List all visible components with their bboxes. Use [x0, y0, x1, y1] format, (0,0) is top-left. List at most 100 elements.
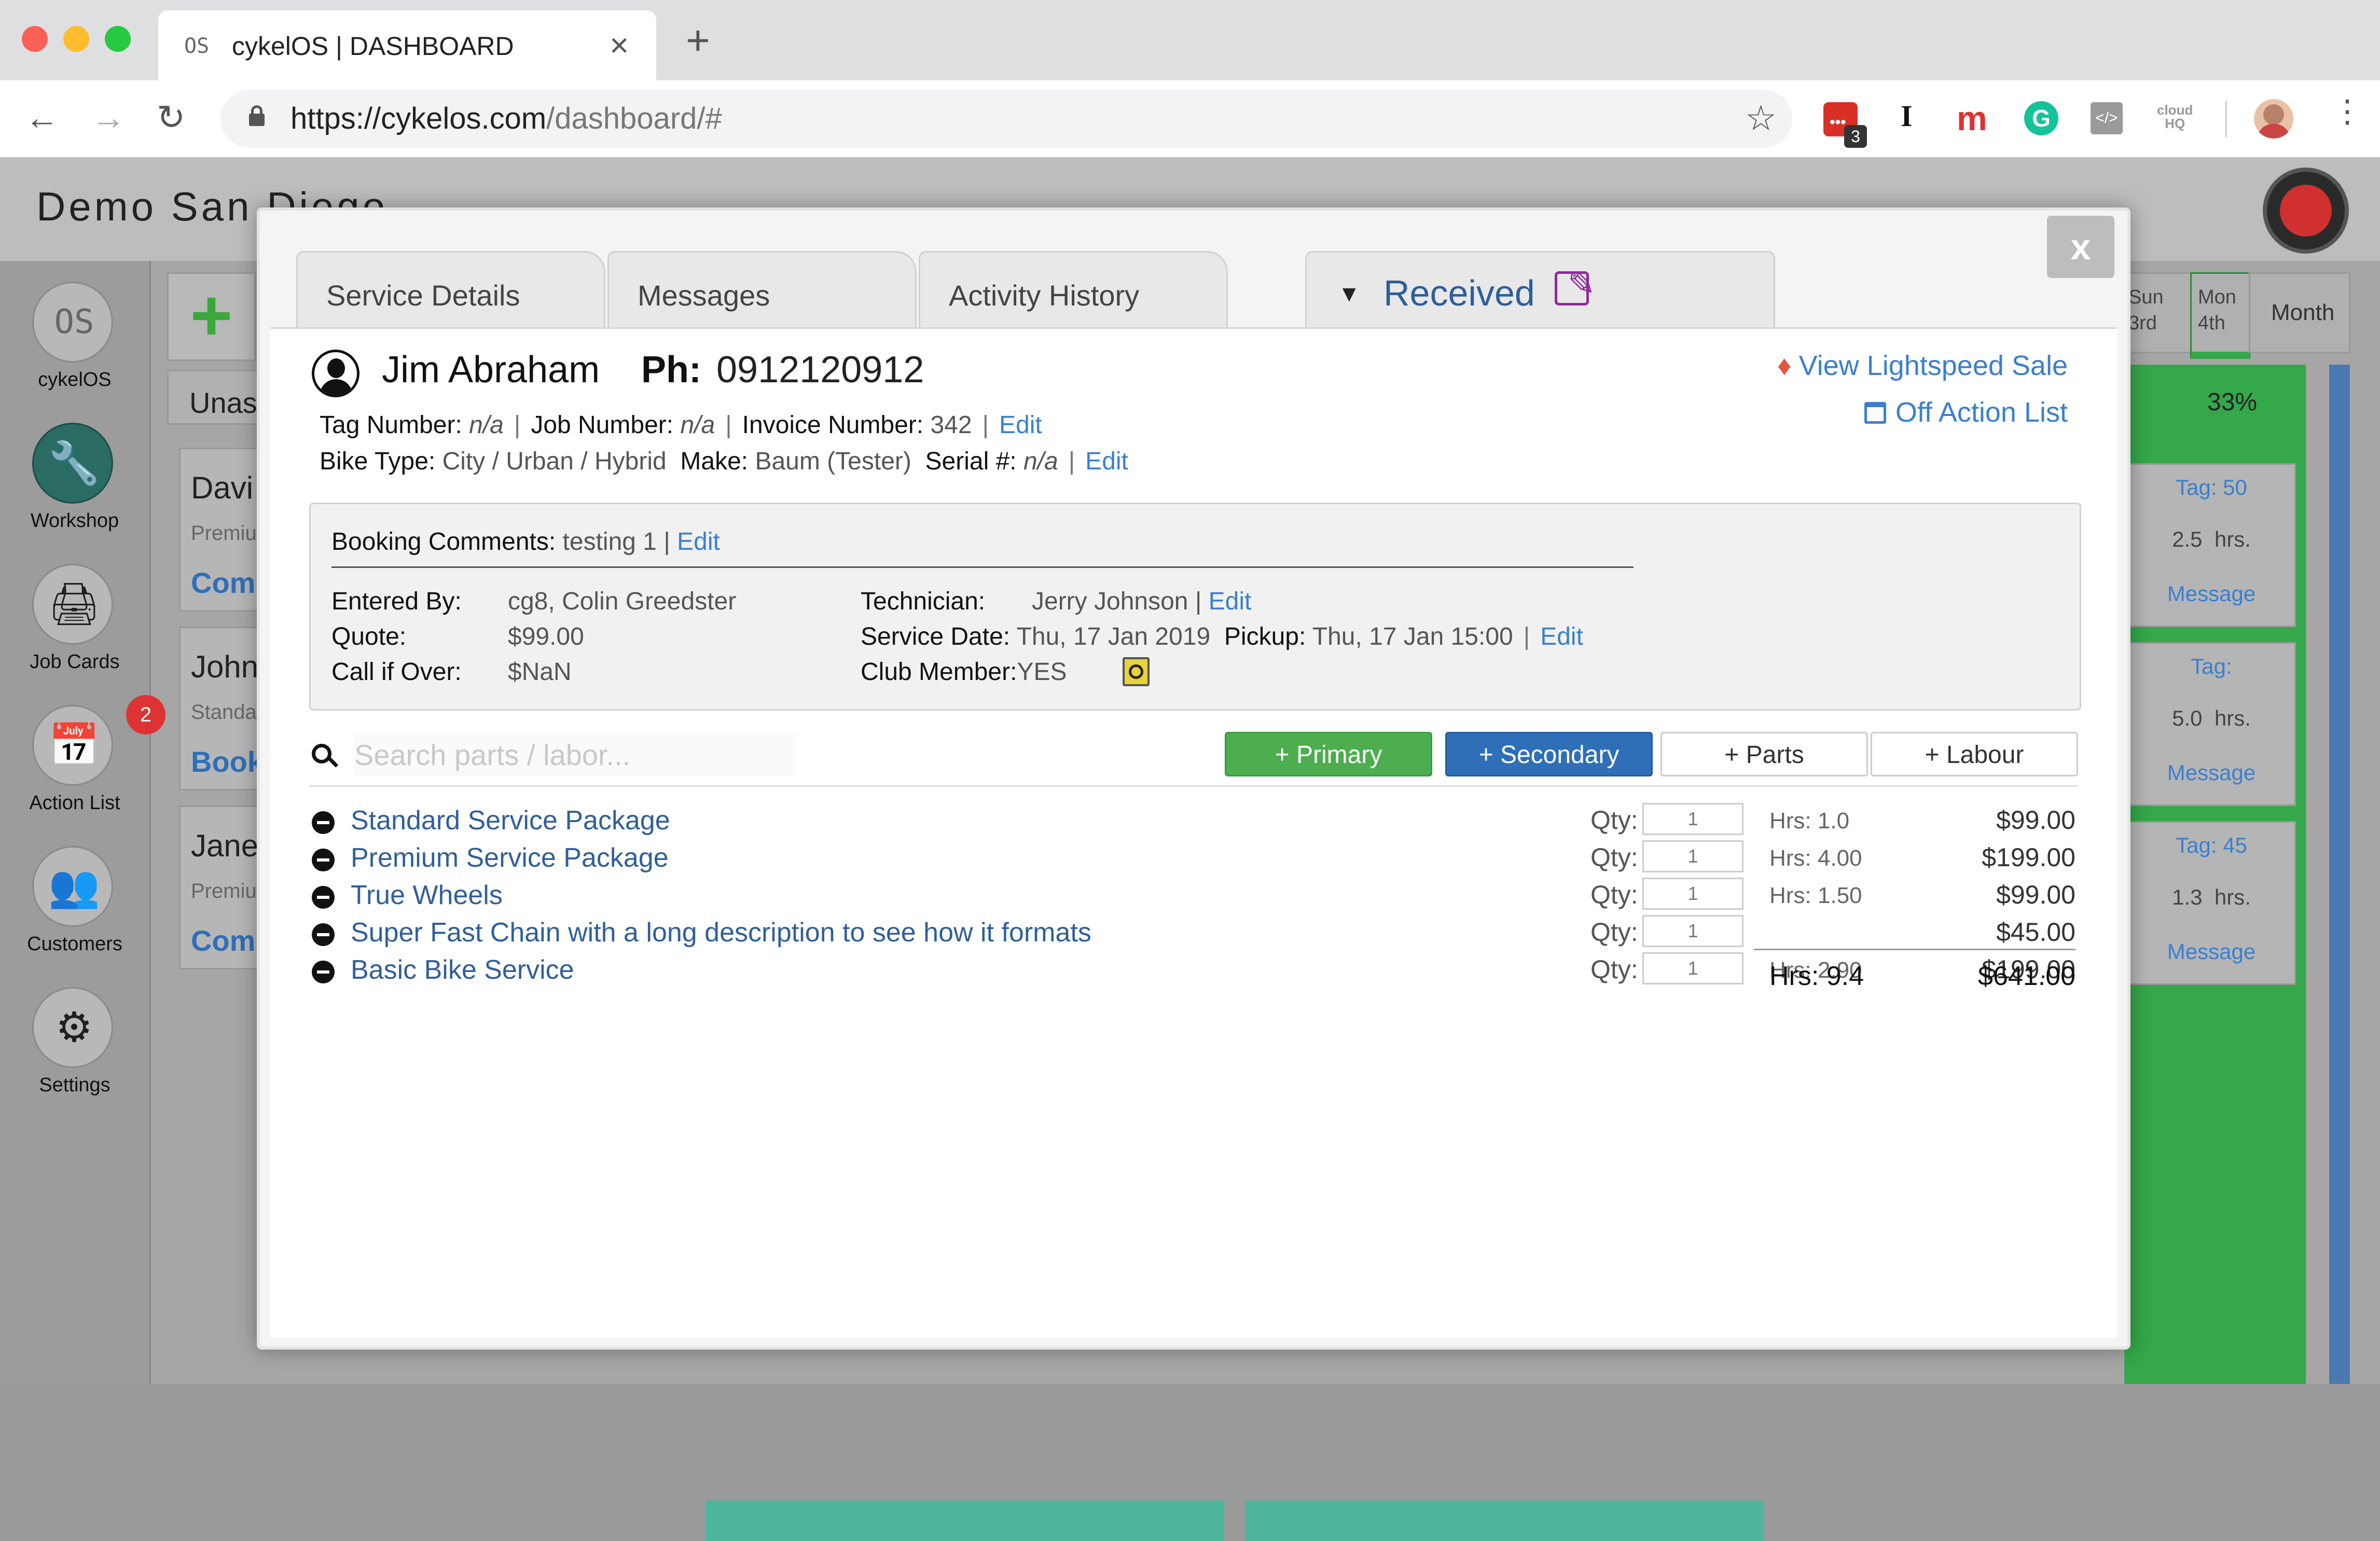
total-price: $641.00 [1978, 961, 2075, 991]
job-card-name: Jane [191, 828, 259, 863]
technician-name: Jerry Johnson [1032, 588, 1188, 615]
users-icon: 👥 [48, 863, 100, 909]
qty-label: Qty: [1590, 843, 1638, 872]
qty-input[interactable]: 1 [1642, 878, 1744, 910]
forward-arrow-icon[interactable]: → [91, 100, 126, 134]
calendar-tab-mon[interactable]: Mon 4th [2190, 272, 2250, 359]
tag-number: n/a [469, 411, 504, 439]
view-lightspeed-sale-link[interactable]: ♦ View Lightspeed Sale [1777, 350, 2068, 382]
edit-job-info-link[interactable]: Edit [999, 411, 1042, 439]
job-number: n/a [680, 411, 715, 439]
line-item-name[interactable]: Basic Bike Service [351, 954, 574, 985]
profile-avatar[interactable] [2254, 99, 2293, 138]
line-item-price: $99.00 [1996, 880, 2075, 909]
service-date-row: Service Date: Thu, 17 Jan 2019 Pickup: T… [861, 623, 1583, 650]
edit-bike-info-link[interactable]: Edit [1085, 448, 1128, 475]
calendar-tab-sun[interactable]: Sun 3rd [2122, 272, 2192, 353]
remove-item-icon[interactable] [312, 886, 335, 909]
job-card-action[interactable]: Com [191, 924, 255, 957]
tab-service-details[interactable]: Service Details [296, 251, 605, 330]
qty-label: Qty: [1590, 880, 1638, 909]
calendar-card-action[interactable]: Message [2128, 939, 2294, 964]
sidebar-item-settings[interactable]: ⚙ Settings [0, 987, 149, 1127]
calendar-card[interactable]: Tag: 50 2.5 hrs. Message [2127, 463, 2296, 627]
cykelos-logo [2263, 168, 2349, 254]
remove-item-icon[interactable] [312, 849, 335, 871]
qty-input[interactable]: 1 [1642, 952, 1744, 984]
url-path: /dashboard/# [546, 102, 722, 135]
status-dropdown[interactable]: ▼ Received ✎ [1305, 251, 1775, 330]
grammarly-icon[interactable]: G [2024, 101, 2058, 135]
window-zoom-button[interactable] [105, 26, 131, 52]
url-text: https://cykelos.com/dashboard/# [290, 101, 722, 136]
calendar-card[interactable]: Tag: 5.0 hrs. Message [2127, 642, 2296, 806]
line-item-name[interactable]: Premium Service Package [351, 842, 669, 873]
add-parts-button[interactable]: + Parts [1661, 732, 1868, 776]
new-tab-button[interactable]: + [686, 20, 710, 61]
line-item-name[interactable]: Super Fast Chain with a long description… [351, 917, 1091, 948]
invoice-number: 342 [930, 411, 972, 439]
browser-menu-icon[interactable]: ⋮ [2332, 96, 2363, 127]
line-item-name[interactable]: Standard Service Package [351, 805, 670, 836]
qty-label: Qty: [1590, 806, 1638, 835]
calendar-card[interactable]: Tag: 45 1.3 hrs. Message [2127, 821, 2296, 985]
job-info-row: Tag Number: n/a | Job Number: n/a | Invoice … [320, 411, 1042, 439]
window-minimize-button[interactable] [63, 26, 89, 52]
calendar-card-action[interactable]: Message [2128, 760, 2294, 785]
calendar-card-action[interactable]: Message [2128, 581, 2294, 606]
browser-tab[interactable]: OS cykelOS | DASHBOARD × [158, 10, 656, 80]
tab-close-icon[interactable]: × [610, 26, 629, 64]
add-labour-button[interactable]: + Labour [1871, 732, 2078, 776]
sidebar-item-customers[interactable]: 👥 Customers [0, 846, 149, 986]
sidebar-item-cykelos[interactable]: OS cykelOS [0, 282, 149, 422]
calendar-tab-month[interactable]: Month [2249, 272, 2350, 353]
entered-by: cg8, Colin Greedster [508, 588, 737, 615]
tab-messages[interactable]: Messages [607, 251, 917, 330]
remove-item-icon[interactable] [312, 811, 335, 834]
sidebar-item-action-list[interactable]: 📅 2 Action List [0, 695, 165, 845]
instapaper-icon[interactable]: I [1901, 101, 1913, 131]
edit-comments-link[interactable]: Edit [677, 528, 720, 556]
search-parts-input[interactable] [353, 733, 796, 776]
wrench-icon: 🔧 [48, 440, 100, 486]
total-hours: Hrs: 9.4 [1769, 961, 1864, 991]
todoist-icon[interactable]: ••• 3 [1823, 102, 1867, 148]
remove-item-icon[interactable] [312, 961, 335, 983]
tab-activity-history[interactable]: Activity History [919, 251, 1228, 330]
reload-icon[interactable]: ↻ [157, 100, 185, 134]
add-job-button[interactable]: + [167, 272, 256, 361]
bike-info-row: Bike Type: City / Urban / Hybrid Make: B… [320, 448, 1128, 475]
qty-input[interactable]: 1 [1642, 915, 1744, 947]
job-card-sub: Standa [191, 701, 257, 724]
divider [309, 785, 2078, 787]
club-member-icon [1123, 657, 1150, 686]
edit-dates-link[interactable]: Edit [1540, 623, 1583, 650]
add-primary-button[interactable]: + Primary [1225, 732, 1432, 776]
mention-icon[interactable]: m [1957, 101, 1987, 135]
line-item-name[interactable]: True Wheels [351, 880, 503, 911]
sidebar-item-workshop[interactable]: 🔧 Workshop [0, 423, 149, 563]
add-secondary-button[interactable]: + Secondary [1445, 732, 1653, 776]
qty-input[interactable]: 1 [1642, 803, 1744, 835]
calendar-check-icon: 📅 [48, 722, 100, 768]
remove-item-icon[interactable] [312, 923, 335, 946]
edit-technician-link[interactable]: Edit [1209, 588, 1252, 615]
customer-name[interactable]: Jim Abraham [382, 349, 600, 391]
qty-input[interactable]: 1 [1642, 840, 1744, 872]
bookmark-star-icon[interactable]: ☆ [1745, 98, 1777, 139]
address-bar[interactable]: https://cykelos.com/dashboard/# ☆ [220, 90, 1792, 148]
phone-label: Ph: [641, 349, 701, 391]
sidebar-item-job-cards[interactable]: 🖨 Job Cards [0, 564, 149, 704]
modal-close-button[interactable]: x [2047, 216, 2114, 278]
job-card-action[interactable]: Com [191, 566, 255, 600]
sidebar-item-label: Job Cards [30, 651, 120, 673]
calendar-card-tag: Tag: [2191, 654, 2232, 678]
cloudhq-icon[interactable]: cloud HQ [2157, 103, 2193, 130]
edit-status-icon[interactable]: ✎ [1555, 265, 1596, 306]
window-close-button[interactable] [22, 26, 48, 52]
job-card-action[interactable]: Book [191, 745, 264, 779]
dev-tools-icon[interactable]: </> [2091, 102, 2123, 134]
off-action-list-link[interactable]: Off Action List [1864, 396, 2068, 428]
calendar-card-hrs: 1.3 hrs. [2172, 885, 2251, 909]
back-arrow-icon[interactable]: ← [25, 100, 59, 134]
